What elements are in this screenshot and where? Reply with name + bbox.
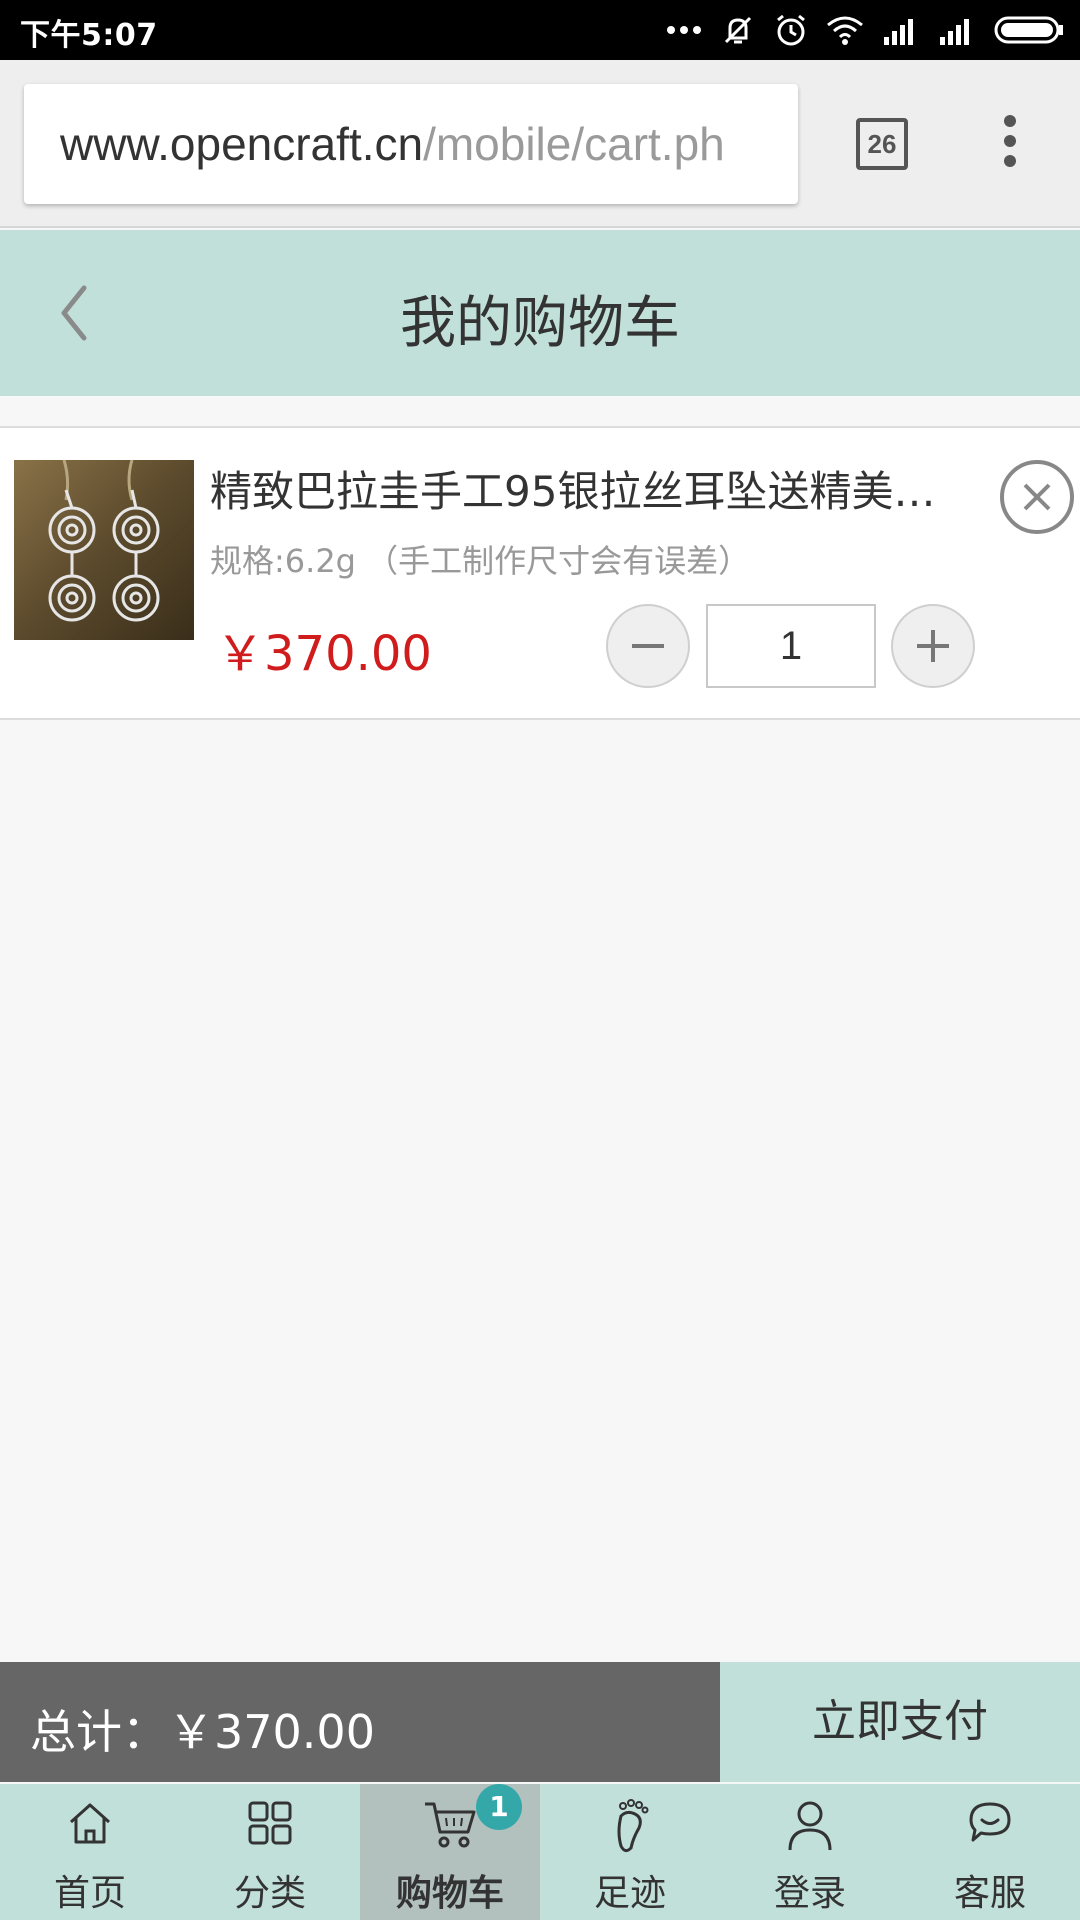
signal-icon bbox=[884, 19, 913, 45]
user-icon bbox=[788, 1801, 832, 1851]
nav-item-service[interactable]: 客服 bbox=[900, 1784, 1080, 1920]
status-icons bbox=[666, 12, 1066, 48]
nav-label-footprint: 足迹 bbox=[593, 1873, 666, 1914]
remove-item-button[interactable] bbox=[1000, 460, 1074, 534]
nav-label-home: 首页 bbox=[53, 1873, 126, 1914]
quantity-input[interactable]: 1 bbox=[706, 604, 876, 688]
home-icon bbox=[69, 1803, 111, 1844]
nav-item-home[interactable]: 首页 bbox=[0, 1784, 180, 1920]
tab-switcher-button[interactable]: 26 bbox=[856, 118, 908, 170]
plus-icon bbox=[917, 630, 949, 662]
url-path: /mobile/cart.ph bbox=[423, 118, 725, 170]
signal-icon bbox=[940, 19, 969, 45]
cart-icon bbox=[425, 1802, 476, 1848]
mute-icon bbox=[724, 16, 752, 44]
pay-now-button[interactable]: 立即支付 bbox=[720, 1662, 1080, 1782]
url-text: www.opencraft.cn/mobile/cart.ph bbox=[60, 118, 725, 170]
footprint-icon bbox=[617, 1799, 649, 1853]
nav-label-service: 客服 bbox=[953, 1873, 1026, 1914]
checkout-bar: 总计：￥370.00 立即支付 bbox=[0, 1662, 1080, 1782]
nav-item-cart[interactable]: 1 购物车 bbox=[360, 1784, 540, 1920]
address-bar[interactable]: www.opencraft.cn/mobile/cart.ph bbox=[24, 84, 798, 204]
quantity-decrease-button[interactable] bbox=[606, 604, 690, 688]
overflow-menu-icon[interactable] bbox=[995, 115, 1025, 175]
quantity-increase-button[interactable] bbox=[891, 604, 975, 688]
wifi-icon bbox=[827, 16, 863, 45]
minus-icon bbox=[632, 644, 664, 648]
grid-icon bbox=[248, 1801, 292, 1845]
alarm-icon bbox=[777, 14, 805, 46]
chat-icon bbox=[969, 1802, 1011, 1842]
product-image[interactable] bbox=[14, 460, 194, 640]
page-title: 我的购物车 bbox=[400, 291, 680, 356]
status-bar: 下午5:07 bbox=[0, 0, 1080, 60]
battery-icon bbox=[994, 16, 1063, 44]
close-icon bbox=[1023, 483, 1051, 511]
nav-item-login[interactable]: 登录 bbox=[720, 1784, 900, 1920]
nav-label-cart: 购物车 bbox=[395, 1873, 504, 1914]
cart-count-badge: 1 bbox=[476, 1784, 522, 1830]
page-header: 我的购物车 bbox=[0, 230, 1080, 396]
more-dots-icon bbox=[667, 26, 701, 34]
nav-item-category[interactable]: 分类 bbox=[180, 1784, 360, 1920]
product-name[interactable]: 精致巴拉圭手工95银拉丝耳坠送精美国... bbox=[210, 458, 970, 519]
status-time: 下午5:07 bbox=[20, 18, 158, 53]
cart-item: 精致巴拉圭手工95银拉丝耳坠送精美国... 规格:6.2g （手工制作尺寸会有误… bbox=[0, 426, 1080, 720]
total-area: 总计：￥370.00 bbox=[0, 1662, 720, 1782]
nav-label-category: 分类 bbox=[233, 1873, 306, 1914]
url-domain: www.opencraft.cn bbox=[60, 118, 424, 170]
total-price: 总计：￥370.00 bbox=[30, 1705, 375, 1759]
nav-item-footprint[interactable]: 足迹 bbox=[540, 1784, 720, 1920]
bottom-nav: 首页 分类 1 购物车 足迹 登录 客服 bbox=[0, 1784, 1080, 1920]
nav-label-login: 登录 bbox=[773, 1873, 846, 1914]
product-spec: 规格:6.2g （手工制作尺寸会有误差） bbox=[210, 542, 751, 580]
product-price: ￥370.00 bbox=[216, 626, 432, 682]
browser-toolbar: www.opencraft.cn/mobile/cart.ph 26 bbox=[0, 60, 1080, 228]
